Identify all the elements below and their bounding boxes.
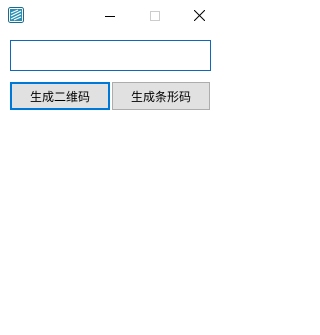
title-bar[interactable] xyxy=(0,0,222,30)
qr-app-icon[interactable] xyxy=(8,7,24,23)
maximize-button[interactable] xyxy=(132,0,177,30)
app-window: 生成二维码 生成条形码 xyxy=(0,0,222,335)
generate-qr-button[interactable]: 生成二维码 xyxy=(10,82,110,110)
close-icon xyxy=(193,6,206,25)
maximize-icon xyxy=(149,6,160,25)
minimize-icon xyxy=(104,6,115,25)
minimize-button[interactable] xyxy=(87,0,132,30)
close-button[interactable] xyxy=(177,0,222,30)
generate-barcode-button[interactable]: 生成条形码 xyxy=(112,82,210,110)
content-input[interactable] xyxy=(10,40,211,71)
